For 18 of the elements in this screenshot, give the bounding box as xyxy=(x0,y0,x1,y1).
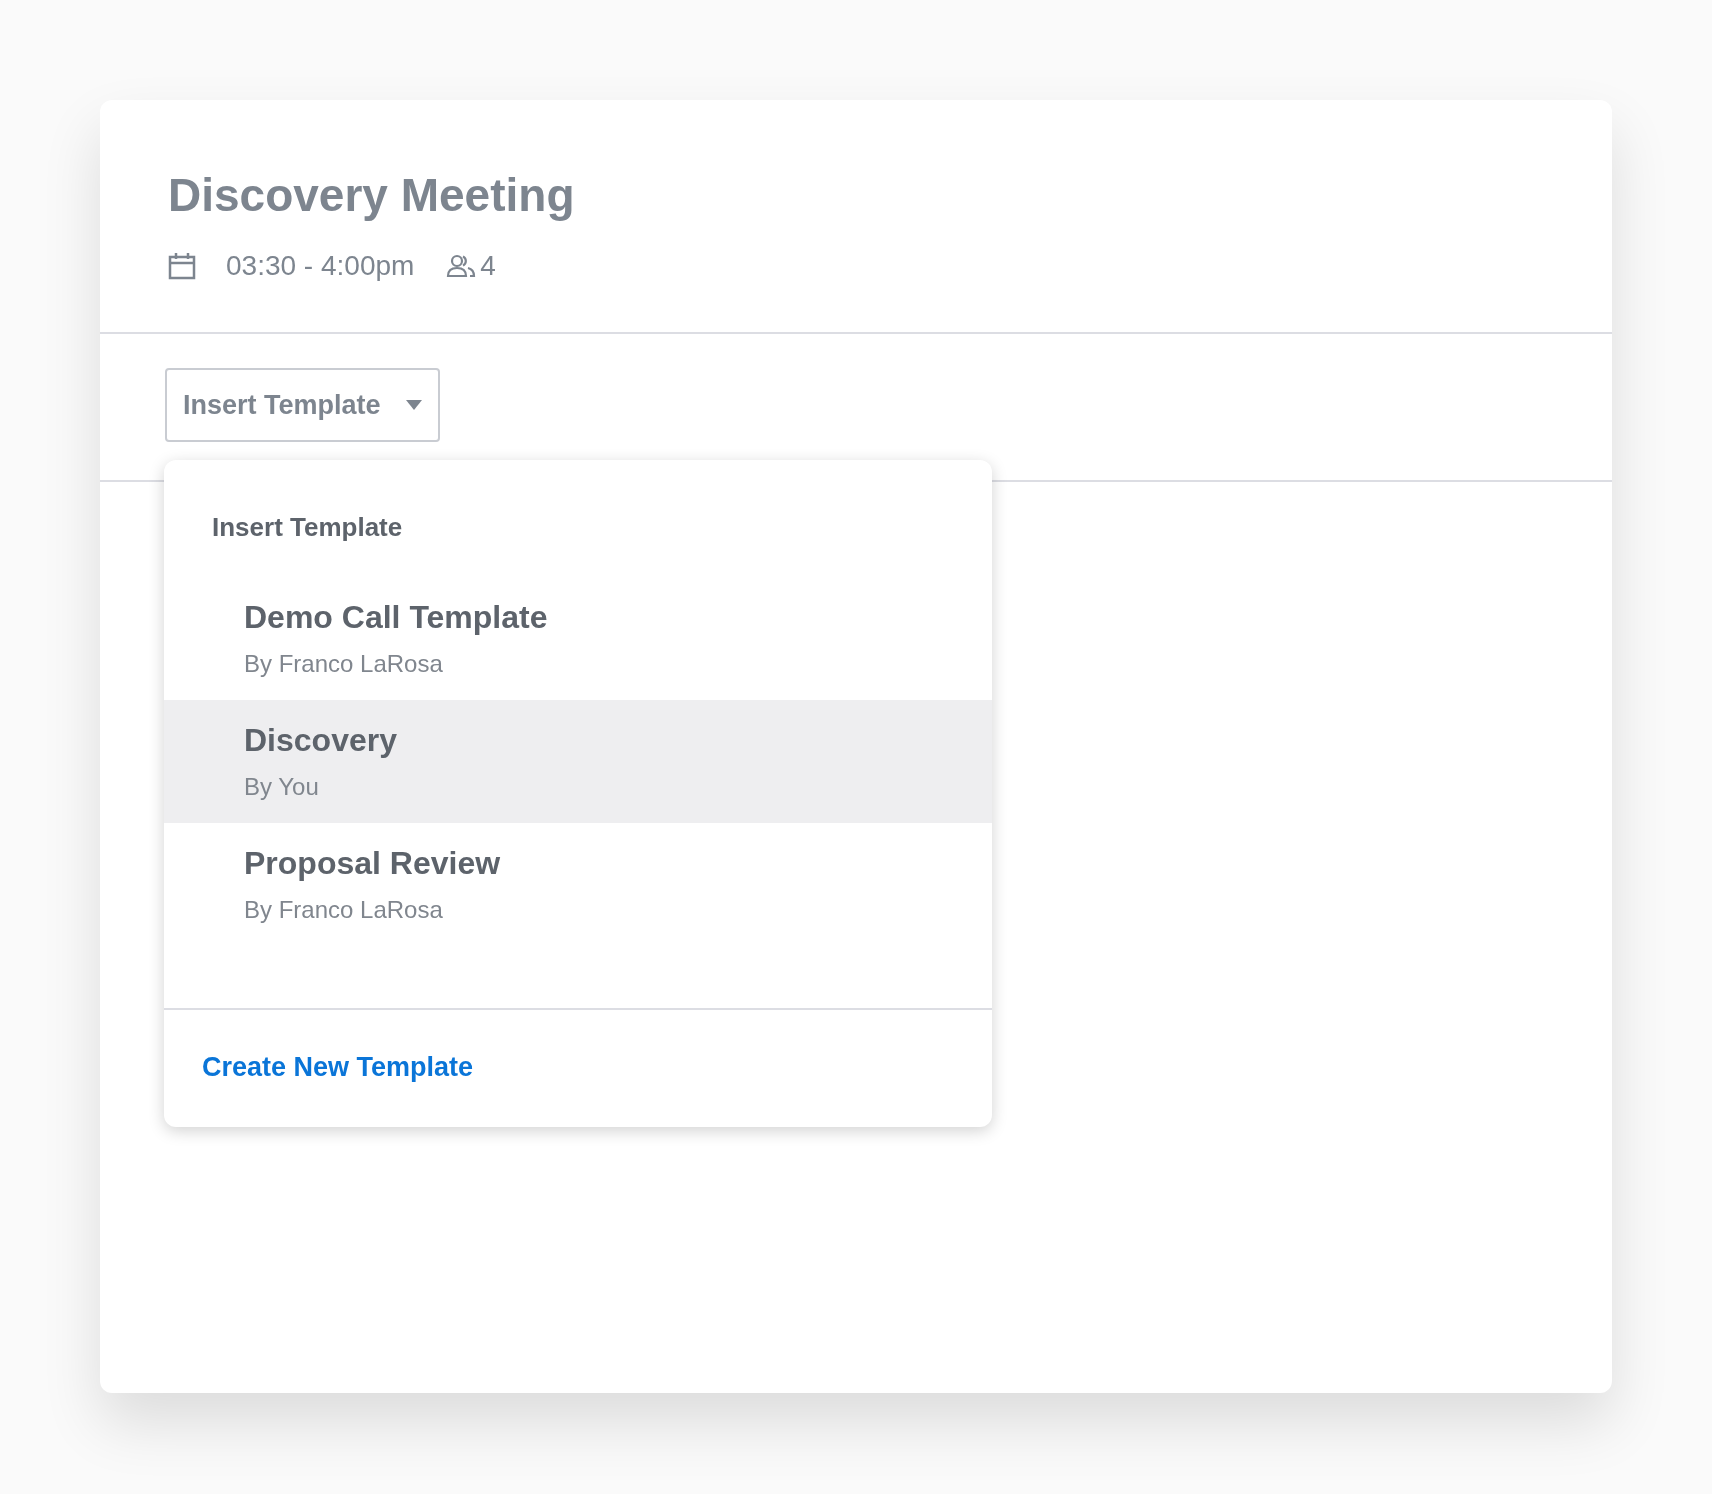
menu-heading: Insert Template xyxy=(212,512,403,543)
template-name: Discovery xyxy=(244,722,397,759)
calendar-icon xyxy=(168,252,196,280)
insert-template-dropdown[interactable]: Insert Template xyxy=(165,368,440,442)
template-option[interactable]: Discovery By You xyxy=(164,700,992,823)
template-author: By Franco LaRosa xyxy=(244,896,443,924)
attendee-count: 4 xyxy=(480,250,496,282)
caret-icon xyxy=(406,400,422,410)
meeting-time: 03:30 - 4:00pm xyxy=(226,250,415,282)
template-author: By You xyxy=(244,773,319,801)
people-icon xyxy=(446,254,477,278)
meeting-title: Discovery Meeting xyxy=(168,168,575,222)
template-option[interactable]: Demo Call Template By Franco LaRosa xyxy=(164,577,992,700)
create-template-link[interactable]: Create New Template xyxy=(202,1052,474,1082)
template-author: By Franco LaRosa xyxy=(244,650,443,678)
template-name: Proposal Review xyxy=(244,845,501,882)
template-name: Demo Call Template xyxy=(244,599,548,636)
template-option[interactable]: Proposal Review By Franco LaRosa xyxy=(164,823,992,946)
